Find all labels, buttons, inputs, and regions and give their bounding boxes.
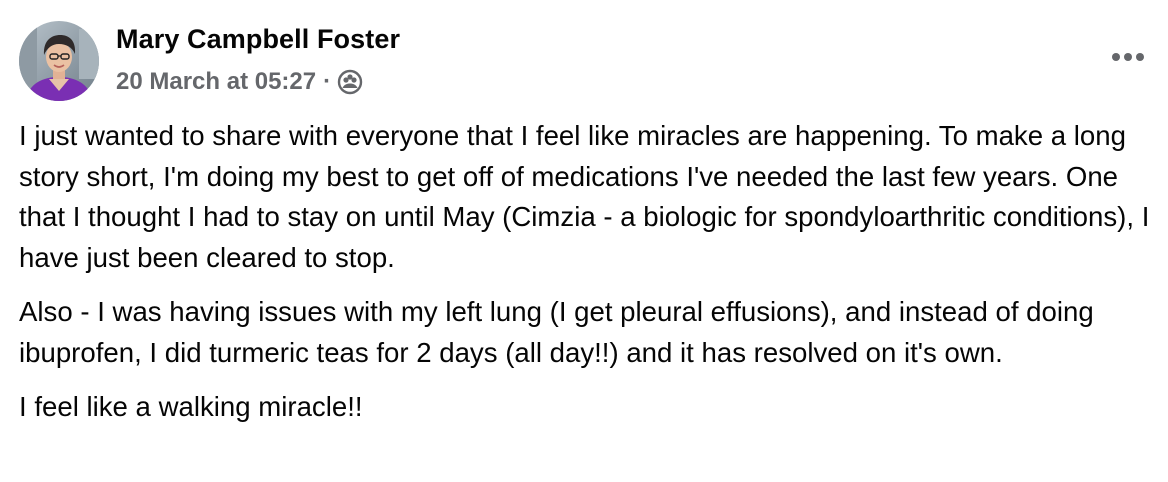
- post-paragraph: I just wanted to share with everyone tha…: [19, 120, 1150, 273]
- post-meta: 20 March at 05:27 ·: [116, 66, 363, 98]
- author-name[interactable]: Mary Campbell Foster: [116, 24, 400, 55]
- post-card: Mary Campbell Foster 20 March at 05:27 ·…: [0, 0, 1168, 482]
- meta-separator: ·: [323, 68, 332, 95]
- post-body: I just wanted to share with everyone tha…: [19, 116, 1154, 442]
- post-timestamp[interactable]: 20 March at 05:27: [116, 68, 316, 96]
- more-options-button[interactable]: [1108, 40, 1148, 74]
- post-paragraph: Also - I was having issues with my left …: [19, 296, 1094, 368]
- friends-group-icon[interactable]: [337, 69, 363, 95]
- avatar-image: [19, 21, 99, 101]
- more-options-icon: [1112, 53, 1144, 61]
- post-paragraph: I feel like a walking miracle!!: [19, 391, 363, 422]
- author-avatar[interactable]: [19, 21, 99, 101]
